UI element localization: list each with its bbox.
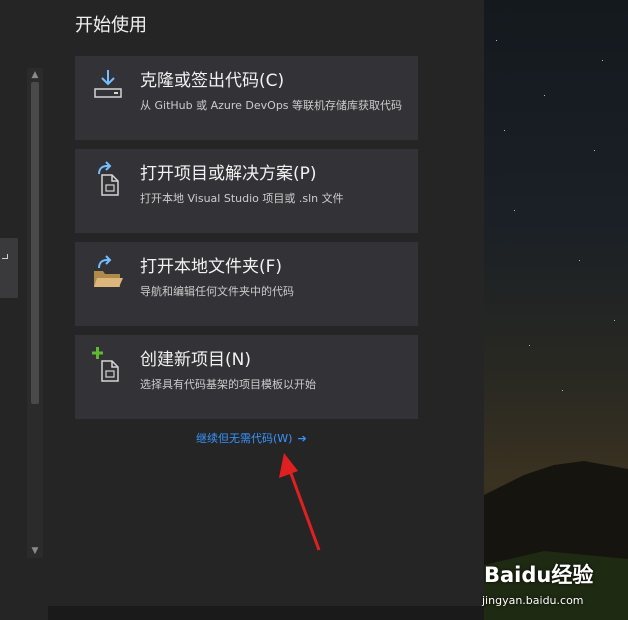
clone-download-icon: [94, 70, 122, 98]
vertical-scrollbar[interactable]: ▲ ▼: [27, 68, 43, 558]
open-local-folder-card[interactable]: 打开本地文件夹(F) 导航和编辑任何文件夹中的代码: [75, 242, 418, 326]
section-title: 开始使用: [75, 15, 147, 36]
clone-repository-card[interactable]: 克隆或签出代码(C) 从 GitHub 或 Azure DevOps 等联机存储…: [75, 56, 418, 140]
left-panel: ▲ ▼: [0, 0, 48, 620]
card-title: 克隆或签出代码(C): [140, 71, 285, 91]
scrollbar-thumb[interactable]: [31, 82, 39, 404]
card-title: 创建新项目(N): [140, 350, 251, 370]
scroll-down-arrow-icon[interactable]: ▼: [27, 544, 43, 558]
baidu-jingyan-logo: Baidu经验: [484, 555, 628, 595]
tab-mark-icon: [2, 254, 8, 259]
new-project-icon: [92, 347, 119, 382]
card-description: 选择具有代码基架的项目模板以开始: [140, 378, 316, 391]
watermark-logo-text: Baidu经验: [484, 563, 594, 587]
scroll-up-arrow-icon[interactable]: ▲: [27, 68, 43, 82]
watermark-url: jingyan.baidu.com: [482, 594, 584, 607]
create-new-project-card[interactable]: 创建新项目(N) 选择具有代码基架的项目模板以开始: [75, 335, 418, 419]
background-night-sky-image: [484, 0, 628, 620]
open-project-card[interactable]: 打开项目或解决方案(P) 打开本地 Visual Studio 项目或 .sln…: [75, 149, 418, 233]
bottom-strip: [48, 606, 484, 620]
open-project-icon: [98, 161, 119, 196]
card-description: 打开本地 Visual Studio 项目或 .sln 文件: [140, 192, 344, 205]
continue-without-code-link[interactable]: 继续但无需代码(W) ➔: [196, 432, 307, 446]
open-folder-icon: [94, 255, 123, 287]
left-panel-tab[interactable]: [0, 238, 18, 298]
get-started-panel: 开始使用 克隆或签出代码(C) 从 GitHub 或 Azure DevOps …: [48, 0, 484, 606]
continue-link-label: 继续但无需代码(W): [196, 432, 293, 445]
arrow-right-icon: ➔: [297, 432, 307, 445]
card-title: 打开项目或解决方案(P): [140, 164, 317, 184]
card-title: 打开本地文件夹(F): [140, 257, 283, 277]
card-description: 从 GitHub 或 Azure DevOps 等联机存储库获取代码: [140, 99, 403, 112]
card-description: 导航和编辑任何文件夹中的代码: [140, 285, 294, 298]
